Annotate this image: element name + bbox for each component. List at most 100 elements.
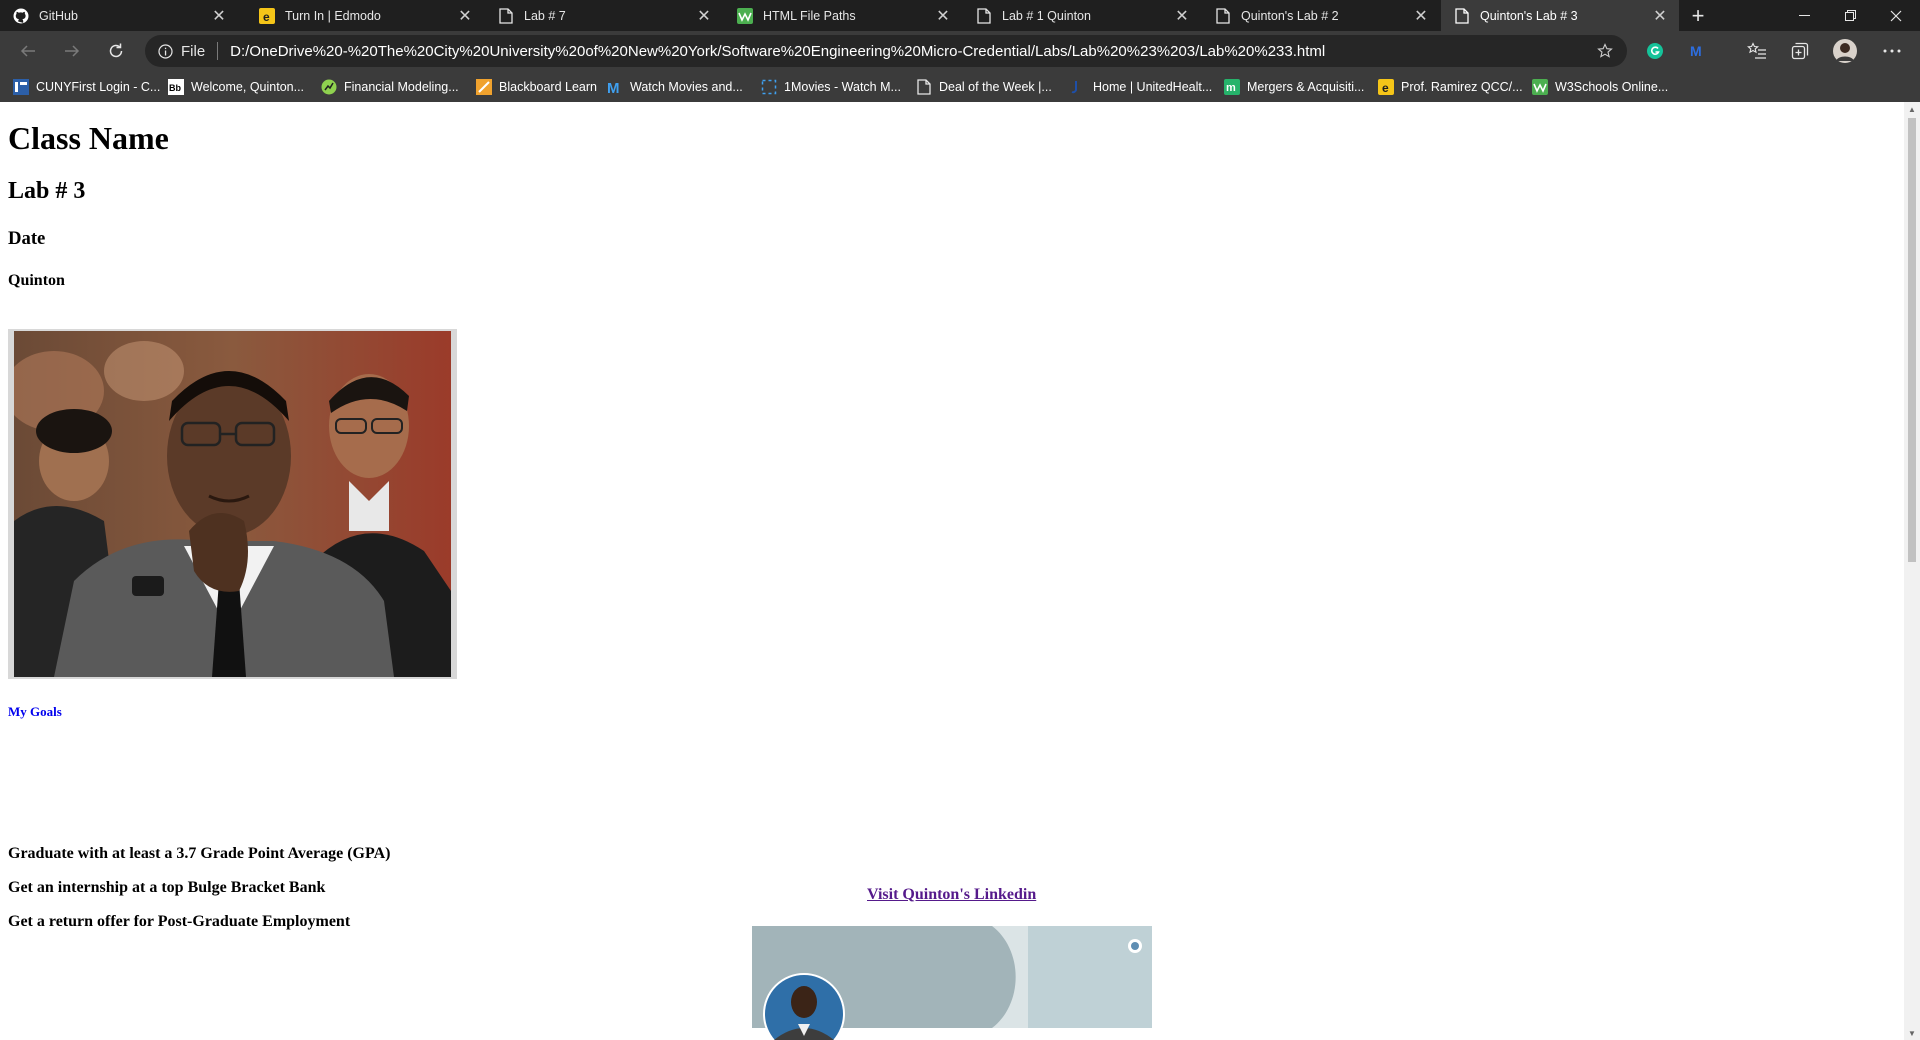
bookmark-label: 1Movies - Watch M... — [784, 80, 901, 94]
bookmark-cunyfirst[interactable]: CUNYFirst Login - C... — [13, 77, 160, 97]
close-icon[interactable]: ✕ — [1173, 7, 1191, 25]
close-icon[interactable]: ✕ — [1651, 7, 1669, 25]
author-heading: Quinton — [8, 272, 65, 289]
tab-title: Quinton's Lab # 2 — [1241, 8, 1339, 23]
svg-text:Bb: Bb — [169, 83, 181, 93]
new-tab-button[interactable]: + — [1684, 0, 1712, 31]
svg-text:e: e — [1382, 81, 1389, 95]
favorites-icon[interactable] — [1745, 39, 1769, 63]
back-button[interactable] — [12, 35, 44, 67]
bookmark-label: Welcome, Quinton... — [191, 80, 305, 94]
edmodo-icon: e — [1378, 79, 1394, 95]
bookmark-label: CUNYFirst Login - C... — [36, 80, 161, 94]
tab-strip: GitHub ✕ e Turn In | Edmodo ✕ Lab # 7 ✕ … — [0, 0, 1920, 31]
bookmark-label: Watch Movies and... — [630, 80, 743, 94]
svg-text:M: M — [607, 80, 620, 95]
blackboard-icon: Bb — [168, 79, 184, 95]
page-scrollbar[interactable]: ▲ ▼ — [1904, 102, 1920, 1040]
goal-item: Get an internship at a top Bulge Bracket… — [8, 879, 326, 896]
bookmark-blackboard-learn[interactable]: Blackboard Learn — [476, 77, 597, 97]
document-icon — [916, 79, 932, 95]
more-menu-icon[interactable] — [1880, 39, 1904, 63]
tab-html-file-paths[interactable]: HTML File Paths ✕ — [724, 0, 962, 31]
divider — [217, 42, 219, 60]
uhc-icon — [1070, 79, 1086, 95]
fmp-icon — [321, 79, 337, 95]
info-icon[interactable] — [157, 43, 173, 59]
bookmark-unitedhealth[interactable]: Home | UnitedHealt... — [1070, 77, 1212, 97]
tab-github[interactable]: GitHub ✕ — [0, 0, 238, 31]
close-icon[interactable]: ✕ — [934, 7, 952, 25]
url-text[interactable]: D:/OneDrive%20-%20The%20City%20Universit… — [230, 43, 1595, 60]
w3schools-icon — [1532, 79, 1548, 95]
m-extension-icon[interactable]: M — [1686, 39, 1710, 63]
scroll-down-icon[interactable]: ▼ — [1908, 1028, 1916, 1038]
blackboard-learn-icon — [476, 79, 492, 95]
my-goals-link[interactable]: My Goals — [8, 704, 62, 720]
lab-number-heading: Lab # 3 — [8, 178, 86, 204]
restore-button[interactable] — [1827, 0, 1873, 31]
linkedin-preview-image[interactable] — [752, 926, 1152, 1040]
minimize-button[interactable] — [1781, 0, 1827, 31]
collections-icon[interactable] — [1788, 39, 1812, 63]
tab-lab-1-quinton[interactable]: Lab # 1 Quinton ✕ — [963, 0, 1201, 31]
bookmark-label: Financial Modeling... — [344, 80, 459, 94]
bookmark-mergers-acquisitions[interactable]: m Mergers & Acquisiti... — [1224, 77, 1364, 97]
w3schools-icon — [737, 7, 753, 24]
arrow-right-icon — [65, 45, 80, 57]
bookmarks-bar: CUNYFirst Login - C... Bb Welcome, Quint… — [0, 71, 1920, 102]
document-icon — [1454, 7, 1470, 24]
linkedin-link[interactable]: Visit Quinton's Linkedin — [867, 886, 1036, 904]
profile-photo — [4, 329, 457, 679]
close-icon[interactable]: ✕ — [210, 7, 228, 25]
tab-title: GitHub — [39, 8, 78, 23]
tab-title: HTML File Paths — [763, 8, 856, 23]
bookmark-financial-modeling[interactable]: Financial Modeling... — [321, 77, 459, 97]
close-icon[interactable]: ✕ — [456, 7, 474, 25]
browser-toolbar: File D:/OneDrive%20-%20The%20City%20Univ… — [0, 31, 1920, 71]
bookmark-label: Prof. Ramirez QCC/... — [1401, 80, 1523, 94]
date-heading: Date — [8, 228, 46, 249]
close-icon[interactable]: ✕ — [695, 7, 713, 25]
linkedin-banner — [752, 926, 1152, 1040]
svg-text:M: M — [1690, 43, 1702, 59]
address-bar[interactable]: File D:/OneDrive%20-%20The%20City%20Univ… — [145, 35, 1627, 67]
tab-title: Turn In | Edmodo — [285, 8, 381, 23]
scroll-up-icon[interactable]: ▲ — [1908, 104, 1916, 114]
file-scheme-label: File — [181, 42, 206, 60]
svg-text:e: e — [263, 10, 270, 24]
m-icon: m — [1224, 79, 1240, 95]
tab-title: Quinton's Lab # 3 — [1480, 8, 1578, 23]
edmodo-icon: e — [259, 7, 275, 24]
tab-title: Lab # 1 Quinton — [1002, 8, 1091, 23]
tab-edmodo[interactable]: e Turn In | Edmodo ✕ — [246, 0, 484, 31]
reload-icon — [109, 43, 123, 58]
favorite-star-icon[interactable] — [1595, 41, 1615, 61]
bookmark-welcome-quinton[interactable]: Bb Welcome, Quinton... — [168, 77, 304, 97]
tab-title: Lab # 7 — [524, 8, 566, 23]
bookmark-label: Mergers & Acquisiti... — [1247, 80, 1365, 94]
reload-button[interactable] — [100, 35, 132, 67]
forward-button[interactable] — [56, 35, 88, 67]
bookmark-prof-ramirez[interactable]: e Prof. Ramirez QCC/... — [1378, 77, 1523, 97]
arrow-left-icon — [20, 45, 35, 57]
bookmark-label: Home | UnitedHealt... — [1093, 80, 1213, 94]
bookmark-deal-of-the-week[interactable]: Deal of the Week |... — [916, 77, 1052, 97]
tab-lab-7[interactable]: Lab # 7 ✕ — [485, 0, 723, 31]
tab-quintons-lab-2[interactable]: Quinton's Lab # 2 ✕ — [1202, 0, 1440, 31]
goal-item: Graduate with at least a 3.7 Grade Point… — [8, 845, 391, 862]
bookmark-label: Deal of the Week |... — [939, 80, 1052, 94]
bookmark-w3schools[interactable]: W3Schools Online... — [1532, 77, 1668, 97]
movies-icon: M — [607, 79, 623, 95]
scrollbar-thumb[interactable] — [1908, 118, 1916, 562]
tab-quintons-lab-3[interactable]: Quinton's Lab # 3 ✕ — [1441, 0, 1679, 31]
goal-item: Get a return offer for Post-Graduate Emp… — [8, 913, 351, 930]
close-window-button[interactable] — [1873, 0, 1919, 31]
profile-avatar[interactable] — [1833, 39, 1857, 63]
bookmark-watch-movies[interactable]: M Watch Movies and... — [607, 77, 743, 97]
bookmark-1movies[interactable]: 1Movies - Watch M... — [761, 77, 901, 97]
grammarly-extension-icon[interactable] — [1643, 39, 1667, 63]
github-icon — [13, 8, 29, 24]
close-icon[interactable]: ✕ — [1412, 7, 1430, 25]
page-content: Class Name Lab # 3 Date Quinton My Goals… — [0, 102, 1904, 1040]
